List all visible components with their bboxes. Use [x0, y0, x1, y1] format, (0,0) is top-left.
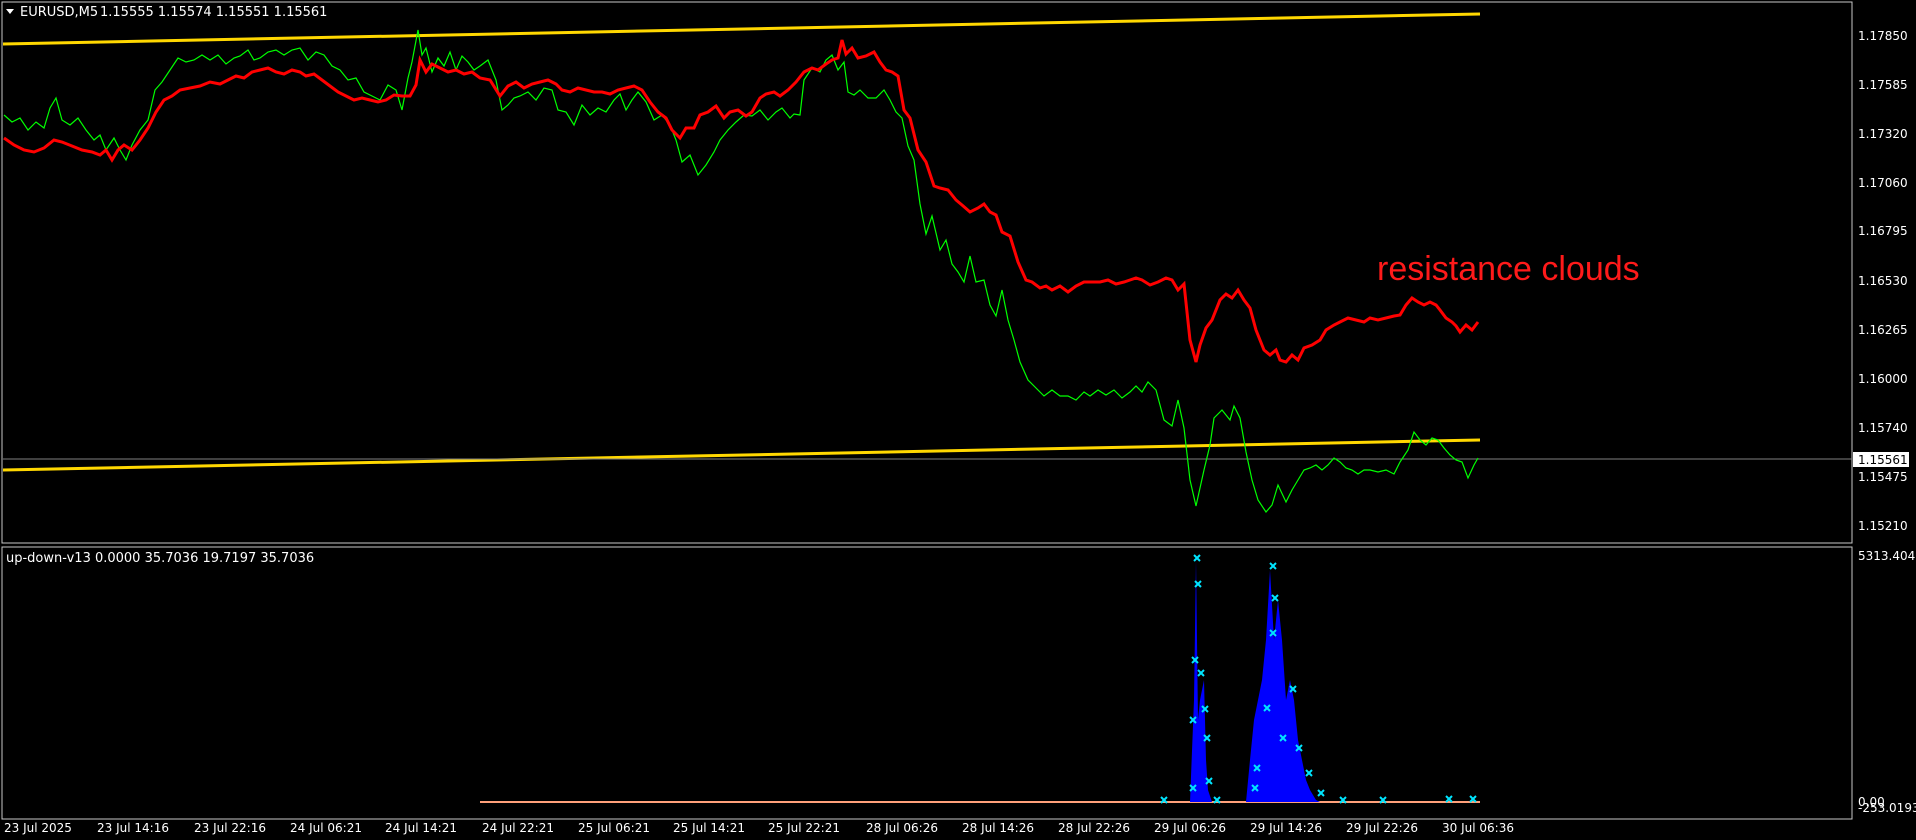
price-label: 1.16795 [1858, 224, 1908, 238]
price-label: 1.17320 [1858, 127, 1908, 141]
time-label: 29 Jul 14:26 [1250, 821, 1322, 835]
time-label: 24 Jul 14:21 [385, 821, 457, 835]
indicator-header: up-down-v13 0.0000 35.7036 19.7197 35.70… [6, 551, 314, 566]
price-label: 1.17850 [1858, 29, 1908, 43]
time-label: 28 Jul 14:26 [962, 821, 1034, 835]
price-label: 1.16265 [1858, 323, 1908, 337]
price-label: 1.17060 [1858, 176, 1908, 190]
time-label: 25 Jul 14:21 [673, 821, 745, 835]
time-label: 23 Jul 22:16 [194, 821, 266, 835]
price-label: 1.15475 [1858, 470, 1908, 484]
time-axis: 23 Jul 2025 23 Jul 14:16 23 Jul 22:16 24… [4, 821, 1514, 835]
current-price-label: 1.15561 [1858, 453, 1908, 467]
time-label: 24 Jul 22:21 [482, 821, 554, 835]
price-label: 1.16000 [1858, 372, 1908, 386]
time-label: 28 Jul 06:26 [866, 821, 938, 835]
time-label: 29 Jul 06:26 [1154, 821, 1226, 835]
time-label: 25 Jul 06:21 [578, 821, 650, 835]
resistance-clouds-annotation: resistance clouds [1377, 250, 1640, 288]
time-label: 23 Jul 14:16 [97, 821, 169, 835]
price-label: 1.16530 [1858, 274, 1908, 288]
chart-window[interactable]: EURUSD,M5 1.15555 1.15574 1.15551 1.1556… [0, 0, 1916, 840]
indicator-top-label: 5313.4047 [1858, 549, 1916, 563]
time-label: 28 Jul 22:26 [1058, 821, 1130, 835]
time-label: 25 Jul 22:21 [768, 821, 840, 835]
time-label: 23 Jul 2025 [4, 821, 72, 835]
time-label: 30 Jul 06:36 [1442, 821, 1514, 835]
time-label: 29 Jul 22:26 [1346, 821, 1418, 835]
indicator-bottom-label: -253.0193 [1858, 801, 1916, 815]
time-label: 24 Jul 06:21 [290, 821, 362, 835]
price-label: 1.17585 [1858, 78, 1908, 92]
symbol-timeframe: EURUSD,M5 [20, 5, 98, 20]
price-label: 1.15210 [1858, 519, 1908, 533]
ohlc-values: 1.15555 1.15574 1.15551 1.15561 [100, 5, 327, 20]
price-label: 1.15740 [1858, 421, 1908, 435]
indicator-frame[interactable] [1, 546, 1853, 820]
